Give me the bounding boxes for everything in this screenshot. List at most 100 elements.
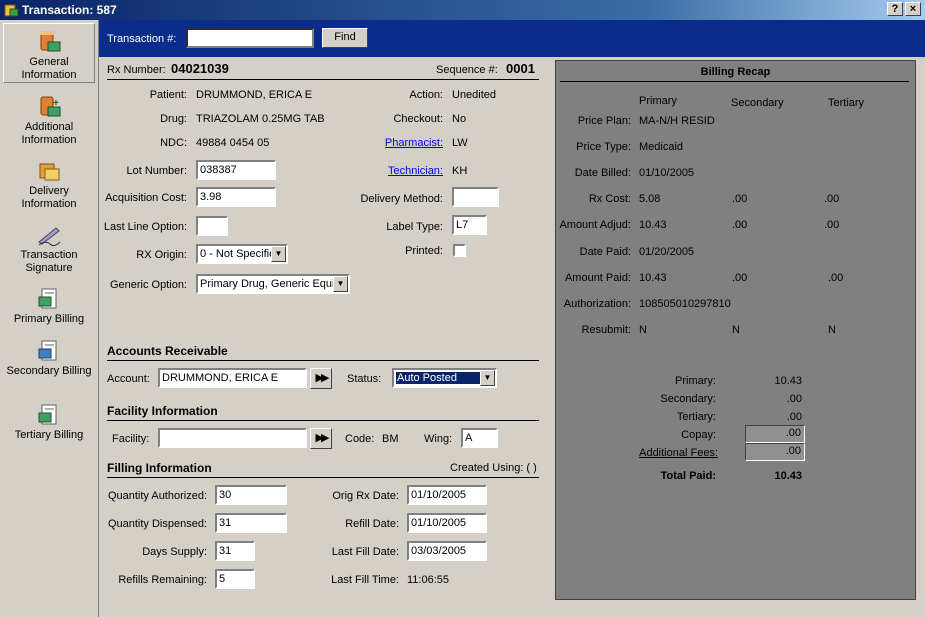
billing-recap-panel: Billing Recap Primary Secondary Tertiary… [555,60,916,600]
sidebar-item-secondary-billing[interactable]: Secondary Billing [3,338,95,390]
sidebar-item-signature[interactable]: Transaction Signature [3,222,95,274]
facility-lookup-button[interactable]: ▶▶ [310,428,332,449]
sidebar-item-label: Secondary Billing [6,365,92,377]
sidebar-item-delivery[interactable]: Delivery Information [3,158,95,210]
rx-number-value: 04021039 [171,61,229,76]
orig-rx-date-label: Orig Rx Date: [332,490,399,502]
last-fill-time-value: 11:06:55 [407,574,450,586]
delivery-method-label: Delivery Method: [360,193,443,205]
pharmacist-link[interactable]: Pharmacist: [350,137,443,149]
authorization-value: 108505010297810 [639,298,731,310]
acquisition-cost-field[interactable]: 3.98 [196,187,276,207]
rx-origin-label: RX Origin: [136,249,187,261]
rx-cost-tertiary: .00 [824,193,840,205]
rx-cost-label: Rx Cost: [588,193,631,205]
additional-fees-link[interactable]: Additional Fees: [616,447,718,459]
help-button[interactable]: ? [887,2,903,16]
total-paid-label: Total Paid: [660,470,716,482]
summary-primary-value: 10.43 [774,375,802,387]
quantity-authorized-label: Quantity Authorized: [107,490,207,502]
summary-secondary-value: .00 [786,393,802,405]
find-button[interactable]: Find [322,28,368,48]
chevron-down-icon[interactable]: ▼ [271,246,286,262]
printed-checkbox[interactable] [453,244,466,257]
transaction-number-input[interactable] [186,28,314,48]
summary-primary-label: Primary: [675,375,716,387]
additional-info-icon: + [40,96,61,117]
quantity-dispensed-field[interactable]: 31 [215,513,287,533]
technician-value: KH [452,165,468,177]
sidebar-item-general[interactable]: General Information [3,23,95,83]
code-label: Code: [345,433,375,445]
patient-value: DRUMMOND, ERICA E [196,89,313,101]
action-label: Action: [409,89,443,101]
resubmit-secondary: N [732,324,740,336]
close-button[interactable]: × [905,2,921,16]
status-value: Auto Posted [396,372,480,384]
sidebar-item-label: Primary Billing [13,313,85,325]
facility-label: Facility: [112,433,150,445]
last-line-option-field[interactable] [196,216,228,236]
label-type-label: Label Type: [386,221,443,233]
code-value: BM [382,433,399,445]
wing-label: Wing: [424,433,453,445]
facility-field[interactable] [158,428,307,448]
ndc-label: NDC: [160,137,187,149]
sidebar-item-primary-billing[interactable]: Primary Billing [3,286,95,326]
printed-label: Printed: [405,245,443,257]
label-type-field[interactable]: L7 [452,215,487,235]
rx-origin-select[interactable]: 0 - Not Specifie ▼ [196,244,288,264]
account-lookup-button[interactable]: ▶▶ [310,368,332,389]
chevron-down-icon[interactable]: ▼ [480,370,495,386]
lot-number-field[interactable]: 038387 [196,160,276,180]
days-supply-field[interactable]: 31 [215,541,255,561]
additional-fees-field[interactable]: .00 [745,443,805,461]
orig-rx-date-field[interactable]: 01/10/2005 [407,485,487,505]
title-bar: Transaction: 587 ? × [0,0,925,20]
secondary-billing-icon [38,340,57,361]
col-secondary-header: Secondary [731,97,784,109]
header-divider [107,79,539,80]
technician-link[interactable]: Technician: [350,165,443,177]
app-icon [4,4,19,17]
amount-paid-secondary: .00 [732,272,748,284]
sidebar-item-additional[interactable]: + Additional Information [3,94,95,146]
rx-number-label: Rx Number: [107,64,166,76]
patient-label: Patient: [149,89,187,101]
sidebar-item-label: General Information [21,56,77,81]
refill-date-field[interactable]: 01/10/2005 [407,513,487,533]
transaction-number-label: Transaction #: [107,33,177,45]
action-value: Unedited [452,89,497,101]
sidebar-item-tertiary-billing[interactable]: Tertiary Billing [3,402,95,442]
filling-info-heading: Filling Information [107,461,212,475]
account-field[interactable]: DRUMMOND, ERICA E [158,368,307,388]
last-fill-date-field[interactable]: 03/03/2005 [407,541,487,561]
resubmit-tertiary: N [828,324,836,336]
quantity-authorized-field[interactable]: 30 [215,485,287,505]
chevron-down-icon[interactable]: ▼ [333,276,348,292]
rx-cost-primary: 5.08 [639,193,661,205]
price-type-label: Price Type: [576,141,631,153]
copay-field[interactable]: .00 [745,425,805,443]
ar-divider [107,360,539,361]
drug-value: TRIAZOLAM 0.25MG TAB [196,113,325,125]
copay-label: Copay: [681,429,716,441]
summary-tertiary-label: Tertiary: [676,411,716,423]
generic-option-select[interactable]: Primary Drug, Generic Equiv ▼ [196,274,350,294]
refills-remaining-label: Refills Remaining: [118,574,207,586]
authorization-label: Authorization: [563,298,631,310]
delivery-method-field[interactable] [452,187,499,207]
quantity-dispensed-label: Quantity Dispensed: [107,518,207,530]
rx-origin-value: 0 - Not Specifie [200,248,276,260]
refills-remaining-field[interactable]: 5 [215,569,255,589]
svg-text:+: + [53,98,59,109]
date-billed-value: 01/10/2005 [639,167,695,179]
amount-adjud-tertiary: .00 [824,219,840,231]
rx-cost-secondary: .00 [732,193,748,205]
price-type-value: Medicaid [639,141,684,153]
status-select[interactable]: Auto Posted ▼ [392,368,497,388]
checkout-value: No [452,113,467,125]
amount-adjud-primary: 10.43 [639,219,667,231]
wing-field[interactable]: A [461,428,498,448]
primary-billing-icon [38,288,57,309]
